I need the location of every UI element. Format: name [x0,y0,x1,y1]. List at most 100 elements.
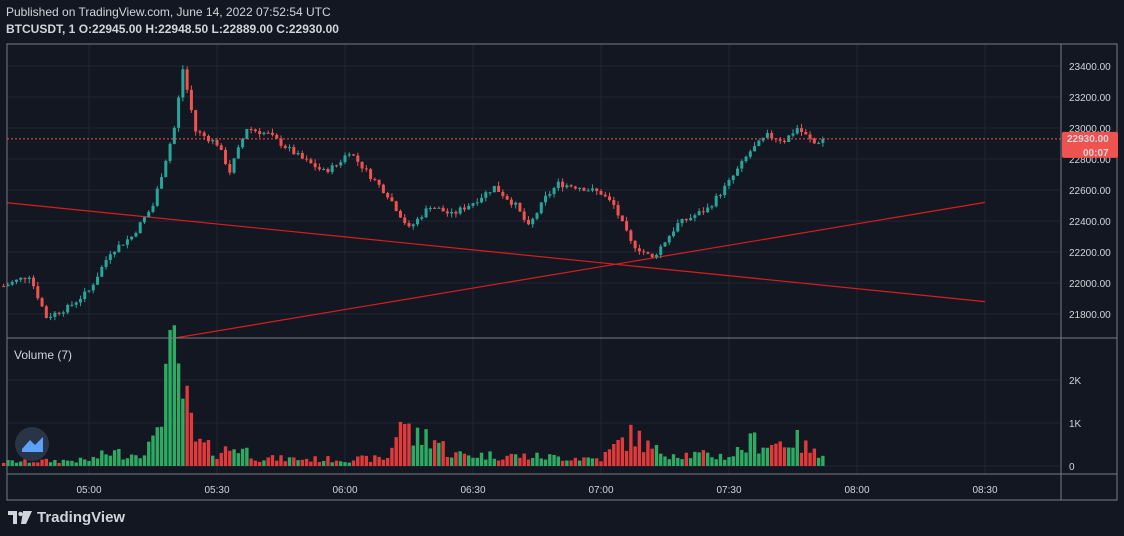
candle-body [633,240,637,249]
tradingview-brand[interactable]: TradingView [8,509,125,526]
candle-body [262,132,266,135]
volume-bar [104,454,108,466]
volume-bar [164,363,168,466]
candle-body [155,188,159,206]
candle-body [424,208,428,218]
volume-bar [808,452,812,466]
volume-bar [535,452,539,466]
volume-bar [262,460,266,466]
candle-body [104,260,108,267]
volume-bar [496,460,501,466]
volume-bar [215,458,219,466]
candle-body [753,145,757,152]
volume-bar [351,460,356,466]
volume-bar [266,457,270,466]
time-tick-label: 08:00 [844,485,869,496]
candle-body [497,185,501,192]
candle-body [121,244,125,246]
candle-body [377,179,381,185]
candle-body [138,222,142,234]
volume-bar [313,456,317,466]
volume-bar [624,450,629,466]
volume-bar [424,429,428,466]
candle-body [352,154,356,156]
candle-body [552,188,556,195]
candle-body [714,195,718,207]
time-axis[interactable]: 05:00 05:30 06:00 06:30 07:00 07:30 08:00 08:30 [76,485,997,496]
volume-bar [586,457,590,466]
candle-body [484,192,488,198]
volume-bar [330,462,334,466]
candle-body [667,236,671,243]
candle-body [586,190,590,192]
volume-bar [565,460,569,466]
candle-body [522,211,526,220]
candle-body [283,145,287,148]
volume-bar [548,454,552,466]
candle-body [616,205,620,216]
tradingview-cloud-icon[interactable] [15,427,49,461]
candle-body [347,154,351,156]
volume-bar [23,459,27,466]
price-tick-label: 22600.00 [1069,186,1111,197]
candle-body [292,147,296,155]
candle-body [189,89,193,111]
volume-bar [373,455,377,466]
volume-axis[interactable]: 0 1K 2K [1069,376,1082,473]
time-tick-label: 06:30 [460,485,485,496]
volume-bar [629,424,633,466]
candle-body [245,129,249,139]
time-tick-label: 05:30 [204,485,229,496]
volume-bar [735,447,740,466]
trendlines[interactable] [4,201,986,338]
volume-bar [646,440,650,466]
volume-bar [582,457,586,466]
candle-body [680,218,684,224]
volume-bar [377,456,381,466]
candle-body [817,142,821,144]
candle-body [736,168,740,176]
candle-body [770,132,774,139]
candle-body [87,290,91,292]
candle-body [2,286,6,288]
volume-bar [275,460,279,466]
price-axis[interactable]: 21800.00 22000.00 22200.00 22400.00 22600.00… [1069,62,1111,321]
candle-body [386,193,390,198]
time-tick-label: 08:30 [972,485,997,496]
candle-body [309,159,313,164]
volume-bar [428,448,433,466]
candle-body [373,179,377,181]
candle-body [765,132,769,138]
volume-bar [590,458,595,466]
price-chart[interactable]: 21800.00 22000.00 22200.00 22400.00 22600.00… [0,0,1124,536]
candle-body [582,187,586,191]
candle-body [488,192,492,194]
volume-indicator-label[interactable]: Volume (7) [14,348,72,362]
candle-body [514,202,518,205]
volume-bar [304,458,309,466]
candle-body [398,210,402,218]
candle-body [10,281,14,285]
candle-body [433,207,437,209]
candle-body [740,161,744,169]
candle-body [343,155,347,163]
candle-body [608,196,612,201]
volume-bar [292,457,296,466]
volume-bar [385,458,390,466]
volume-bar [31,462,36,466]
volume-bar [620,437,625,466]
price-tick-label: 22400.00 [1069,217,1111,228]
volume-bar [710,457,714,466]
candle-body [160,177,164,189]
candle-body [663,242,667,247]
candle-body [480,197,484,203]
candle-body [317,167,321,170]
candle-body [74,302,78,305]
candle-body [164,160,168,178]
volume-bar [484,459,488,466]
volume-bar [334,460,339,466]
candle-body [684,218,688,221]
candle-body [232,158,236,173]
candlestick-series [2,65,825,321]
candle-body [672,231,676,237]
